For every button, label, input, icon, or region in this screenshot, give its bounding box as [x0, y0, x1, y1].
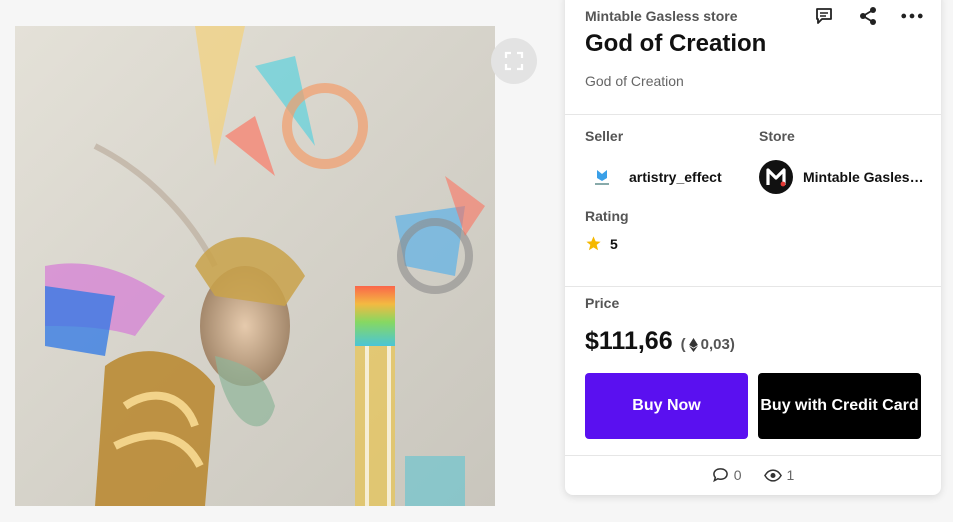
- store-name: Mintable Gasless store: [803, 169, 929, 185]
- price-section: Price $111,66 ( 0,03) Buy Now Buy with C…: [565, 287, 941, 456]
- ethereum-icon: [688, 337, 698, 352]
- comment-count[interactable]: 0: [712, 467, 742, 483]
- seller-link[interactable]: artistry_effect: [585, 160, 722, 194]
- header-actions: [813, 5, 923, 27]
- price-eth: ( 0,03): [681, 336, 735, 353]
- fullscreen-button[interactable]: [491, 38, 537, 84]
- comment-icon: [816, 8, 832, 24]
- store-link[interactable]: Mintable Gasless store: [585, 8, 738, 24]
- item-description: God of Creation: [585, 73, 684, 89]
- view-count-value: 1: [786, 467, 795, 483]
- buy-now-button[interactable]: Buy Now: [585, 373, 748, 439]
- seller-name: artistry_effect: [629, 169, 722, 185]
- listing-card: Mintable Gasless store God of Creation G…: [565, 0, 941, 495]
- rating-label: Rating: [585, 208, 629, 224]
- view-count: 1: [763, 467, 795, 483]
- listing-header: Mintable Gasless store God of Creation G…: [565, 0, 941, 115]
- star-icon: [586, 236, 601, 251]
- artwork-illustration: [15, 26, 495, 506]
- store-label: Store: [759, 128, 795, 144]
- price-eth-open: (: [680, 336, 686, 353]
- comment-bubble-icon: [712, 468, 728, 483]
- comment-count-value: 0: [733, 467, 742, 483]
- listing-meta: Seller artistry_effect Store Mintable Ga…: [565, 115, 941, 287]
- share-icon: [860, 7, 876, 25]
- mintable-logo-icon: [766, 168, 786, 187]
- store-avatar: [759, 160, 793, 194]
- rating-value: 5: [610, 235, 618, 252]
- nft-artwork-image[interactable]: [15, 26, 495, 506]
- rating: 5: [585, 235, 618, 252]
- price: $111,66 ( 0,03): [585, 327, 735, 356]
- eye-icon: [763, 468, 782, 482]
- price-fiat: $111,66: [585, 327, 673, 355]
- expand-icon: [504, 51, 524, 71]
- buy-with-credit-card-button[interactable]: Buy with Credit Card: [758, 373, 921, 439]
- more-icon: [901, 13, 923, 19]
- store-profile-link[interactable]: Mintable Gasless store: [759, 160, 929, 194]
- more-options-button[interactable]: [901, 5, 923, 27]
- seller-logo-icon: [595, 170, 609, 185]
- share-button[interactable]: [857, 5, 879, 27]
- engagement-stats: 0 1: [565, 456, 941, 494]
- price-label: Price: [585, 295, 620, 311]
- price-eth-value: 0,03): [700, 336, 735, 353]
- comment-button[interactable]: [813, 5, 835, 27]
- seller-avatar: [585, 160, 619, 194]
- seller-label: Seller: [585, 128, 624, 144]
- page-title: God of Creation: [585, 30, 767, 57]
